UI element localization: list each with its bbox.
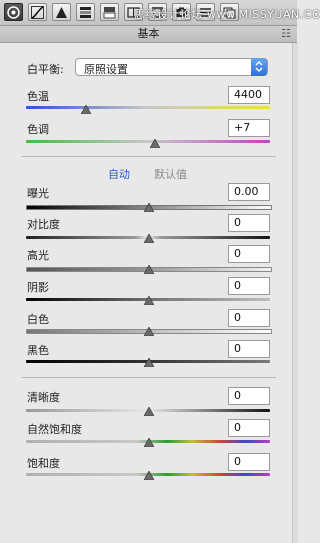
highlights-field[interactable]: 0 [228, 245, 270, 263]
exposure-thumb[interactable] [144, 203, 154, 212]
slider-label-highlights: 高光 [27, 249, 49, 262]
saturation-field[interactable]: 0 [228, 453, 270, 471]
vibrance-thumb[interactable] [144, 438, 154, 447]
slider-label-blacks: 黑色 [27, 344, 49, 357]
saturation-thumb[interactable] [144, 471, 154, 480]
watermark-text: 思缘设计论坛 www.MISSYUAN.COM [134, 8, 320, 21]
panel-scrollbar[interactable] [292, 43, 298, 543]
temperature-thumb[interactable] [81, 105, 91, 114]
vibrance-field[interactable]: 0 [228, 419, 270, 437]
slider-label-clarity: 清晰度 [27, 391, 60, 404]
default-link[interactable]: 默认值 [154, 166, 187, 182]
clarity-field[interactable]: 0 [228, 387, 270, 405]
slider-label-contrast: 对比度 [27, 218, 60, 231]
white-balance-select[interactable]: 原照设置 [75, 58, 268, 76]
slider-label-tint: 色调 [27, 123, 49, 136]
auto-link[interactable]: 自动 [108, 166, 130, 182]
shadows-thumb[interactable] [144, 296, 154, 305]
contrast-field[interactable]: 0 [228, 214, 270, 232]
blacks-thumb[interactable] [144, 358, 154, 367]
section-divider [22, 156, 276, 157]
hsl-icon[interactable] [76, 3, 95, 21]
panel-menu-icon[interactable]: ☷ [281, 26, 291, 41]
tone-curve-icon[interactable] [28, 3, 47, 21]
select-updown-icon [251, 58, 267, 76]
slider-label-exposure: 曝光 [27, 187, 49, 200]
tint-thumb[interactable] [150, 139, 160, 148]
white-balance-value: 原照设置 [84, 63, 128, 76]
slider-label-saturation: 饱和度 [27, 457, 60, 470]
panel-toolbar: 思缘设计论坛 www.MISSYUAN.COM [0, 0, 320, 26]
shadows-field[interactable]: 0 [228, 277, 270, 295]
aperture-icon[interactable] [4, 3, 23, 21]
panel-title: 基本 [137, 27, 160, 40]
whites-field[interactable]: 0 [228, 309, 270, 327]
contrast-thumb[interactable] [144, 234, 154, 243]
temperature-field[interactable]: 4400 [228, 86, 270, 104]
section-divider [22, 377, 276, 378]
tint-track[interactable] [26, 140, 270, 143]
clarity-thumb[interactable] [144, 407, 154, 416]
exposure-field[interactable]: 0.00 [228, 183, 270, 201]
temperature-track[interactable] [26, 106, 270, 109]
slider-label-temperature: 色温 [27, 90, 49, 103]
panel-header: 基本 ☷ [0, 26, 297, 43]
slider-label-shadows: 阴影 [27, 281, 49, 294]
split-toning-icon[interactable] [100, 3, 119, 21]
detail-triangle-icon[interactable] [52, 3, 71, 21]
whites-thumb[interactable] [144, 327, 154, 336]
white-balance-label: 白平衡: [27, 63, 64, 76]
highlights-thumb[interactable] [144, 265, 154, 274]
blacks-field[interactable]: 0 [228, 340, 270, 358]
slider-label-vibrance: 自然饱和度 [27, 423, 82, 436]
slider-label-whites: 白色 [27, 313, 49, 326]
tint-field[interactable]: +7 [228, 119, 270, 137]
